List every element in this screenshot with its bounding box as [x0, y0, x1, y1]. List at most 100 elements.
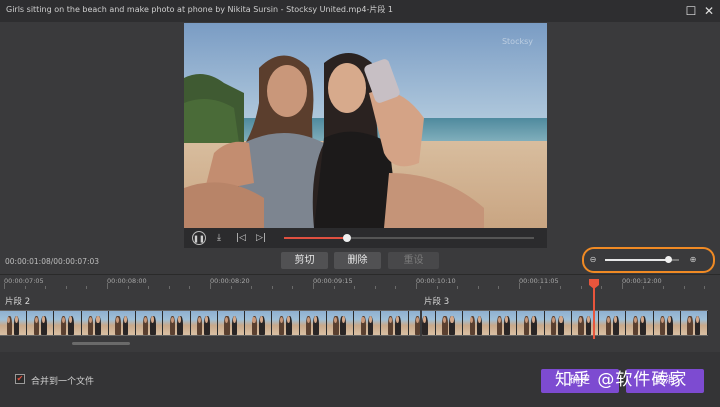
ruler-tick — [333, 286, 335, 289]
filmstrip-frame — [0, 311, 28, 335]
ruler-tick-label: 00:00:08:20 — [210, 277, 250, 285]
filmstrip-frame — [81, 311, 109, 335]
filmstrip-frame — [136, 311, 164, 335]
site-watermark: 知乎 @软件砖家 — [555, 370, 688, 390]
cut-button[interactable]: 剪切 — [281, 252, 328, 269]
ruler-tick — [354, 286, 356, 289]
ruler-tick-label: 00:00:08:00 — [107, 277, 147, 285]
filmstrip-frame — [217, 311, 246, 335]
playback-progress[interactable] — [284, 234, 534, 242]
filmstrip-frame — [571, 311, 600, 335]
filmstrip-frame — [163, 311, 191, 335]
ruler-tick — [683, 286, 685, 289]
ruler-tick-label: 00:00:07:05 — [4, 277, 44, 285]
delete-button[interactable]: 删除 — [334, 252, 381, 269]
ruler-tick-label: 00:00:09:15 — [313, 277, 353, 285]
filmstrip-frame — [490, 311, 518, 335]
zoom-out-icon[interactable]: ⊖ — [588, 255, 598, 265]
timeline-scrollbar[interactable] — [72, 342, 130, 345]
ruler-tick-label: 00:00:12:00 — [622, 277, 662, 285]
ruler-tick — [313, 283, 314, 289]
filmstrip-frame — [599, 311, 627, 335]
title-bar: Girls sitting on the beach and make phot… — [0, 0, 720, 22]
pause-icon[interactable]: ❚❚ — [192, 231, 206, 245]
close-icon[interactable]: ✕ — [701, 3, 717, 19]
segment-label: 片段 2 — [5, 297, 31, 307]
filmstrip-frame — [381, 311, 409, 335]
filmstrip-frame — [299, 311, 327, 335]
playback-progress-fill — [284, 237, 347, 239]
ruler-tick — [642, 286, 644, 289]
ruler-tick — [148, 286, 150, 289]
ruler-tick — [477, 286, 479, 289]
ruler-tick — [704, 286, 706, 289]
ruler-tick — [457, 286, 459, 289]
ruler-tick-label: 00:00:10:10 — [416, 277, 456, 285]
ruler-tick — [24, 286, 26, 289]
video-preview: Stocksy — [184, 23, 547, 228]
ruler-tick — [416, 283, 417, 289]
segment-split-marker — [420, 310, 422, 336]
ruler-tick — [539, 286, 541, 289]
filmstrip-frame — [408, 311, 436, 335]
filmstrip-frame — [462, 311, 491, 335]
timeline-zoom-control: ⊖ ⊕ — [582, 247, 715, 273]
ruler-tick-label: 00:00:11:05 — [519, 277, 559, 285]
filmstrip-frame — [245, 311, 273, 335]
ruler-tick — [271, 286, 273, 289]
ruler-tick — [580, 286, 582, 289]
filmstrip-frame — [517, 311, 545, 335]
ruler-tick — [45, 286, 47, 289]
ruler-tick — [86, 286, 88, 289]
ruler-tick — [374, 286, 376, 289]
filmstrip-frame — [653, 311, 681, 335]
ruler-tick — [107, 283, 108, 289]
ruler-tick — [210, 283, 211, 289]
ruler-tick — [519, 283, 520, 289]
ruler-tick — [230, 286, 232, 289]
ruler-tick — [189, 286, 191, 289]
merge-label: 合并到一个文件 — [31, 377, 95, 387]
timecode: 00:00:01:08/00:00:07:03 — [5, 257, 100, 266]
ruler-tick — [168, 286, 170, 289]
ruler-tick — [292, 286, 294, 289]
ruler-tick — [395, 286, 397, 289]
reset-button[interactable]: 重设 — [388, 252, 439, 269]
filmstrip-frame — [354, 311, 382, 335]
filmstrip-frame — [680, 311, 709, 335]
filmstrip-frame — [108, 311, 137, 335]
checkmark-icon: ✔ — [16, 374, 24, 383]
video-frame-image — [184, 23, 547, 228]
ruler-tick — [127, 286, 129, 289]
ruler-tick — [560, 286, 562, 289]
export-frame-icon[interactable]: ⤓ — [212, 231, 226, 245]
ruler-tick — [251, 286, 253, 289]
image-watermark: Stocksy — [501, 37, 533, 46]
zoom-slider-handle[interactable] — [664, 256, 672, 263]
zoom-slider-fill — [605, 259, 668, 261]
filmstrip-frame — [27, 311, 55, 335]
filmstrip-frame — [326, 311, 355, 335]
ruler-tick — [4, 283, 5, 289]
playback-controls: ❚❚ ⤓ |◁ ▷| — [184, 228, 547, 248]
maximize-icon[interactable]: ☐ — [683, 3, 699, 19]
ruler-tick — [622, 283, 623, 289]
filmstrip-frame — [435, 311, 463, 335]
ruler-tick — [601, 286, 603, 289]
filmstrip-frame — [54, 311, 82, 335]
previous-frame-icon[interactable]: |◁ — [234, 231, 248, 245]
ruler-tick — [498, 286, 500, 289]
filmstrip-frame — [626, 311, 654, 335]
merge-checkbox[interactable]: ✔ — [15, 374, 25, 384]
segment-label: 片段 3 — [424, 297, 450, 307]
filmstrip-frame — [544, 311, 572, 335]
ruler-tick — [436, 286, 438, 289]
playback-progress-handle[interactable] — [342, 234, 351, 242]
zoom-slider[interactable] — [605, 256, 679, 263]
ruler-tick — [663, 286, 665, 289]
clip-filmstrip[interactable] — [0, 310, 709, 336]
time-ruler[interactable]: 00:00:07:05 00:00:08:00 00:00:08:20 00:00:0… — [0, 275, 720, 289]
next-frame-icon[interactable]: ▷| — [254, 231, 268, 245]
filmstrip-frame — [272, 311, 300, 335]
zoom-in-icon[interactable]: ⊕ — [688, 255, 698, 265]
